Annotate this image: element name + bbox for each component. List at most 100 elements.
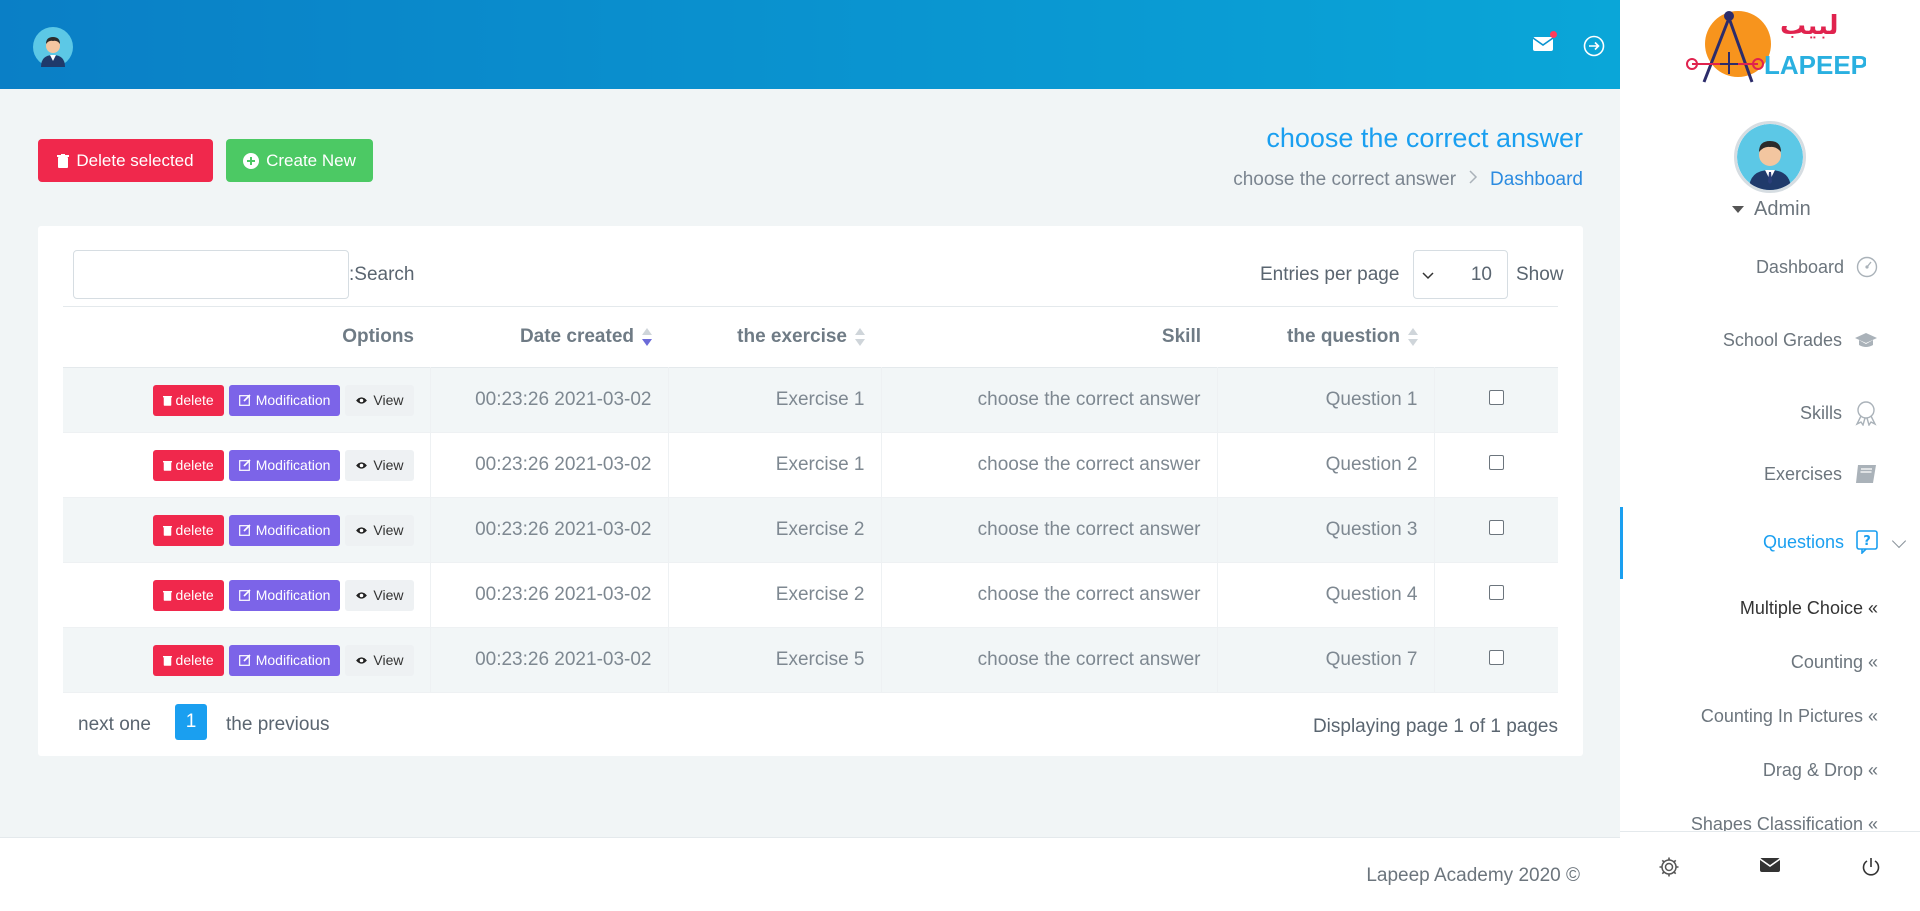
edit-icon <box>238 459 251 471</box>
edit-icon <box>238 589 251 601</box>
select-cell <box>1434 563 1558 628</box>
delete-row-label: delete <box>175 522 214 538</box>
column-date-created[interactable]: Date created <box>430 307 668 368</box>
gear-icon[interactable] <box>1658 856 1680 878</box>
submenu-item-drag-drop[interactable]: Drag & Drop « <box>1763 760 1878 781</box>
submenu-item-counting[interactable]: Counting « <box>1791 652 1878 673</box>
main-content: Delete selected Create New choose the co… <box>0 89 1620 837</box>
row-checkbox[interactable] <box>1488 455 1504 470</box>
mail-icon[interactable] <box>1532 31 1557 53</box>
sidebar: لبيب LAPEEP Admin Dashboard School Grade… <box>1620 0 1920 911</box>
eye-icon <box>356 656 368 664</box>
delete-row-label: delete <box>175 652 214 668</box>
table-row: delete Modification View 00:23:26 2021-0… <box>63 367 1558 433</box>
trash-icon <box>162 395 172 406</box>
options-cell: delete Modification View <box>63 627 431 693</box>
submenu-item-multiple-choice[interactable]: Multiple Choice « <box>1740 598 1878 619</box>
row-checkbox[interactable] <box>1488 520 1504 535</box>
plus-circle-icon <box>243 152 260 169</box>
date-cell: 00:23:26 2021-03-02 <box>430 432 669 498</box>
modify-row-label: Modification <box>255 392 331 408</box>
delete-row-button[interactable]: delete <box>152 449 224 481</box>
modify-row-button[interactable]: Modification <box>228 514 341 546</box>
submenu-questions: Multiple Choice « Counting « Counting In… <box>1620 0 1920 831</box>
pagination-page-1[interactable]: 1 <box>175 704 207 740</box>
column-skill: Skill <box>1161 326 1201 347</box>
skill-cell: choose the correct answer <box>881 367 1218 433</box>
trash-icon <box>162 460 172 471</box>
pagination-info: Displaying page 1 of 1 pages <box>1312 716 1558 737</box>
avatar[interactable] <box>33 27 73 67</box>
column-exercise[interactable]: the exercise <box>668 307 881 368</box>
notification-dot <box>1550 31 1557 38</box>
skill-cell: choose the correct answer <box>881 627 1218 693</box>
date-cell: 00:23:26 2021-03-02 <box>430 627 669 693</box>
eye-icon <box>356 461 368 469</box>
delete-row-button[interactable]: delete <box>152 514 224 546</box>
delete-selected-button[interactable]: Delete selected <box>38 139 213 182</box>
row-checkbox[interactable] <box>1488 650 1504 665</box>
exercise-cell: Exercise 1 <box>668 432 882 498</box>
view-row-label: View <box>373 457 404 473</box>
show-label: Show <box>1516 264 1564 285</box>
question-cell: Question 4 <box>1217 562 1435 628</box>
delete-row-label: delete <box>175 457 214 473</box>
delete-row-button[interactable]: delete <box>152 579 224 611</box>
submenu-item-shapes-classification[interactable]: Shapes Classification « <box>1691 814 1878 831</box>
view-row-button[interactable]: View <box>345 579 414 611</box>
exercise-cell: Exercise 5 <box>668 627 882 693</box>
questions-table: Options Date created the exercise Skill … <box>63 306 1558 693</box>
options-cell: delete Modification View <box>63 497 431 563</box>
row-checkbox[interactable] <box>1488 390 1504 405</box>
chevron-down-icon <box>1422 264 1434 286</box>
modify-row-button[interactable]: Modification <box>228 579 341 611</box>
table-card: :Search Entries per page 10 Show Options… <box>38 226 1583 756</box>
modify-row-button[interactable]: Modification <box>228 449 341 481</box>
table-header-row: Options Date created the exercise Skill … <box>63 306 1558 368</box>
create-new-button[interactable]: Create New <box>226 139 373 182</box>
delete-row-label: delete <box>175 392 214 408</box>
exercise-cell: Exercise 2 <box>668 562 882 628</box>
submenu-item-counting-in-pictures[interactable]: Counting In Pictures « <box>1701 706 1878 727</box>
delete-row-button[interactable]: delete <box>152 384 224 416</box>
entries-per-page-label: Entries per page <box>1260 264 1400 285</box>
search-input[interactable] <box>73 250 349 299</box>
modify-row-label: Modification <box>255 522 331 538</box>
select-cell <box>1434 628 1558 693</box>
trash-icon <box>57 153 70 168</box>
delete-selected-label: Delete selected <box>76 150 194 170</box>
view-row-button[interactable]: View <box>345 449 414 481</box>
power-icon[interactable] <box>1860 856 1882 878</box>
question-cell: Question 2 <box>1217 432 1435 498</box>
sort-icon <box>642 327 652 346</box>
view-row-button[interactable]: View <box>345 514 414 546</box>
row-checkbox[interactable] <box>1488 585 1504 600</box>
exercise-cell: Exercise 2 <box>668 497 882 563</box>
page-title: choose the correct answer <box>1266 123 1583 153</box>
entries-per-page-select[interactable]: 10 <box>1413 250 1508 299</box>
view-row-button[interactable]: View <box>345 384 414 416</box>
column-select <box>1434 307 1558 368</box>
pagination-previous[interactable]: the previous <box>226 714 330 736</box>
select-cell <box>1434 498 1558 563</box>
trash-icon <box>162 590 172 601</box>
eye-icon <box>356 396 368 404</box>
options-cell: delete Modification View <box>63 562 431 628</box>
column-question[interactable]: the question <box>1217 307 1434 368</box>
modify-row-button[interactable]: Modification <box>228 644 341 676</box>
view-row-label: View <box>373 522 404 538</box>
pagination-next[interactable]: next one <box>78 714 151 736</box>
modify-row-label: Modification <box>255 457 331 473</box>
edit-icon <box>238 654 251 666</box>
mail-icon[interactable] <box>1759 856 1781 878</box>
logout-icon[interactable] <box>1583 35 1605 57</box>
question-cell: Question 3 <box>1217 497 1435 563</box>
breadcrumb-dashboard-link[interactable]: Dashboard <box>1490 169 1583 191</box>
view-row-button[interactable]: View <box>345 644 414 676</box>
select-cell <box>1434 368 1558 433</box>
delete-row-button[interactable]: delete <box>152 644 224 676</box>
top-bar <box>0 0 1620 89</box>
options-cell: delete Modification View <box>63 432 431 498</box>
modify-row-button[interactable]: Modification <box>228 384 341 416</box>
modify-row-label: Modification <box>255 652 331 668</box>
